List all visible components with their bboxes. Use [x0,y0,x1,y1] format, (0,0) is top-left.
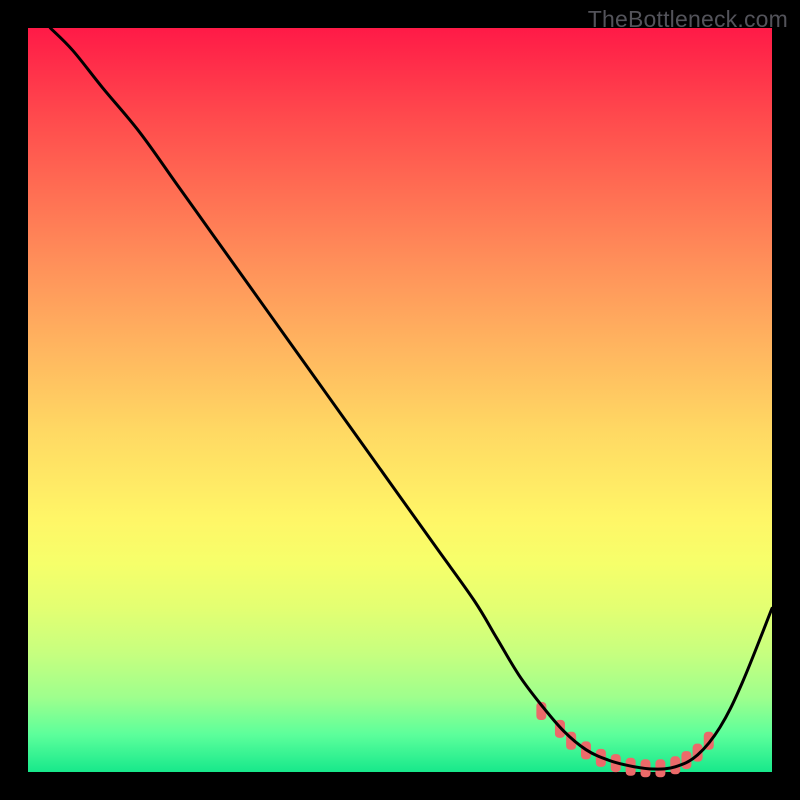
chart-frame: TheBottleneck.com [0,0,800,800]
bottleneck-curve [50,28,772,769]
watermark-text: TheBottleneck.com [588,6,788,33]
chart-svg [28,28,772,772]
plot-area [28,28,772,772]
